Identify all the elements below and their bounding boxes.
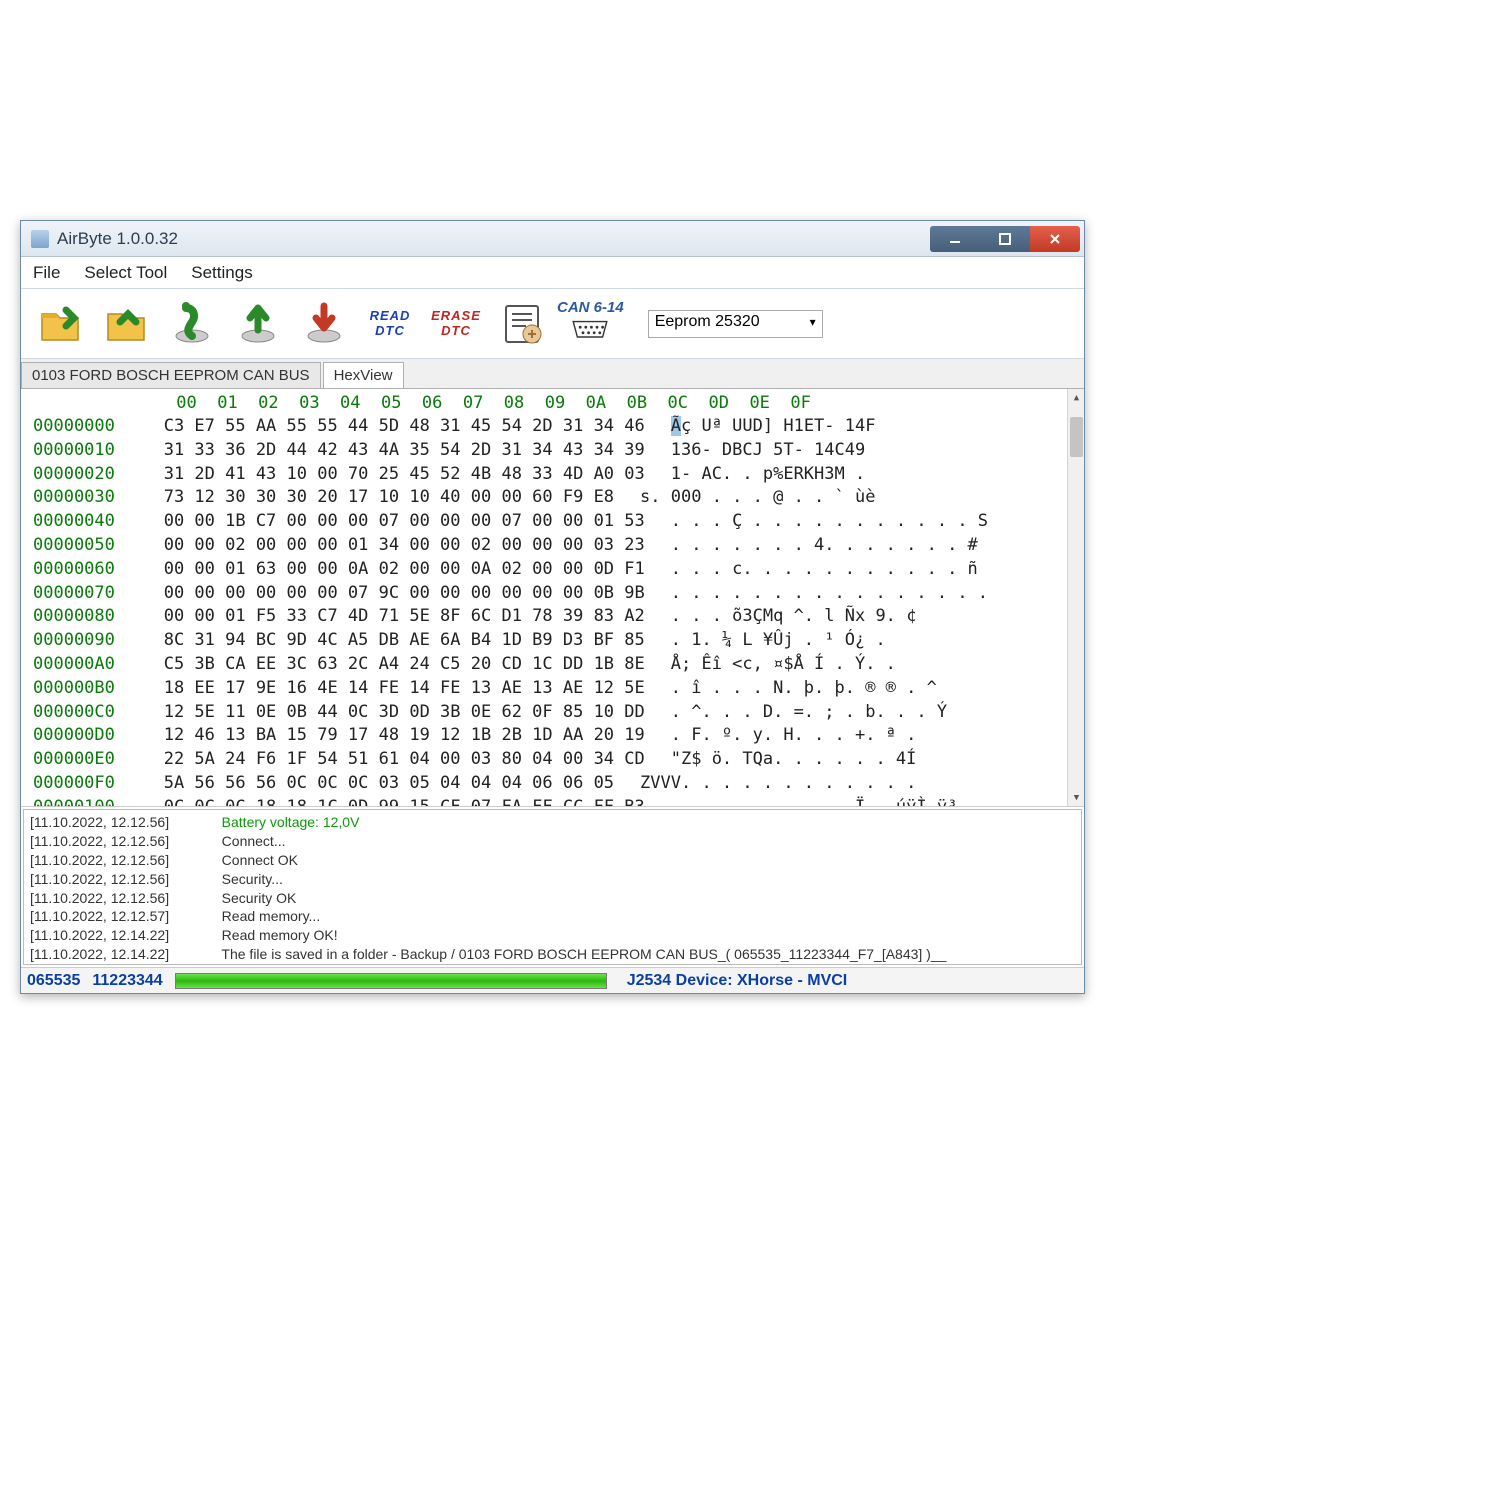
hex-row[interactable]: 00000010 31 33 36 2D 44 42 43 4A 35 54 2…	[33, 439, 1084, 463]
log-row: [11.10.2022, 12.12.56] Security OK	[30, 889, 1075, 908]
can-connector-button[interactable]: CAN 6-14	[557, 299, 624, 348]
log-row: [11.10.2022, 12.12.56] Battery voltage: …	[30, 813, 1075, 832]
hex-row[interactable]: 00000000 C3 E7 55 AA 55 55 44 5D 48 31 4…	[33, 415, 1084, 439]
titlebar: AirByte 1.0.0.32	[21, 221, 1084, 257]
scroll-down-icon[interactable]: ▼	[1068, 789, 1084, 806]
hex-row[interactable]: 000000B0 18 EE 17 9E 16 4E 14 FE 14 FE 1…	[33, 677, 1084, 701]
hex-row[interactable]: 000000A0 C5 3B CA EE 3C 63 2C A4 24 C5 2…	[33, 653, 1084, 677]
eeprom-value: Eeprom 25320	[655, 313, 760, 330]
eeprom-select[interactable]: Eeprom 25320	[648, 310, 823, 338]
hex-row[interactable]: 00000050 00 00 02 00 00 00 01 34 00 00 0…	[33, 534, 1084, 558]
write-chip-button[interactable]	[293, 295, 355, 353]
hex-row[interactable]: 00000070 00 00 00 00 00 00 07 9C 00 00 0…	[33, 582, 1084, 606]
hex-row[interactable]: 000000C0 12 5E 11 0E 0B 44 0C 3D 0D 3B 0…	[33, 701, 1084, 725]
chip-info-button[interactable]	[161, 295, 223, 353]
log-row: [11.10.2022, 12.12.57] Read memory...	[30, 907, 1075, 926]
hex-row[interactable]: 00000060 00 00 01 63 00 00 0A 02 00 00 0…	[33, 558, 1084, 582]
window-title: AirByte 1.0.0.32	[57, 229, 930, 249]
read-chip-button[interactable]	[227, 295, 289, 353]
statusbar: 065535 11223344 J2534 Device: XHorse - M…	[21, 967, 1084, 993]
close-button[interactable]	[1030, 226, 1080, 252]
save-folder-button[interactable]	[95, 295, 157, 353]
log-row: [11.10.2022, 12.12.56] Connect OK	[30, 851, 1075, 870]
tab-strip: 0103 FORD BOSCH EEPROM CAN BUS HexView	[21, 359, 1084, 389]
log-row: [11.10.2022, 12.12.56] Security...	[30, 870, 1075, 889]
status-value-2: 11223344	[92, 972, 162, 990]
menu-settings[interactable]: Settings	[191, 263, 252, 283]
manual-button[interactable]	[491, 295, 553, 353]
log-row: [11.10.2022, 12.14.22].bin	[30, 964, 1075, 965]
tab-hexview[interactable]: HexView	[323, 362, 404, 388]
log-panel[interactable]: [11.10.2022, 12.12.56] Battery voltage: …	[23, 809, 1082, 965]
menu-select-tool[interactable]: Select Tool	[84, 263, 167, 283]
hex-row[interactable]: 00000020 31 2D 41 43 10 00 70 25 45 52 4…	[33, 463, 1084, 487]
can-label: CAN 6-14	[557, 299, 624, 316]
hex-body: 00000000 C3 E7 55 AA 55 55 44 5D 48 31 4…	[33, 415, 1084, 807]
hex-row[interactable]: 00000040 00 00 1B C7 00 00 00 07 00 00 0…	[33, 510, 1084, 534]
erase-dtc-button[interactable]: ERASE DTC	[425, 295, 487, 353]
menubar: File Select Tool Settings	[21, 257, 1084, 289]
window-controls	[930, 226, 1080, 252]
progress-bar	[175, 973, 607, 989]
log-row: [11.10.2022, 12.14.22] The file is saved…	[30, 945, 1075, 964]
status-value-1: 065535	[27, 972, 80, 990]
scroll-thumb[interactable]	[1070, 417, 1083, 457]
hex-row[interactable]: 00000090 8C 31 94 BC 9D 4C A5 DB AE 6A B…	[33, 629, 1084, 653]
obd-connector-icon	[569, 316, 611, 348]
menu-file[interactable]: File	[33, 263, 60, 283]
app-window: AirByte 1.0.0.32 File Select Tool Settin…	[20, 220, 1085, 994]
hex-row[interactable]: 00000080 00 00 01 F5 33 C7 4D 71 5E 8F 6…	[33, 605, 1084, 629]
maximize-button[interactable]	[980, 226, 1030, 252]
read-dtc-button[interactable]: READ DTC	[359, 295, 421, 353]
app-icon	[31, 230, 49, 248]
hex-row[interactable]: 000000F0 5A 56 56 56 0C 0C 0C 03 05 04 0…	[33, 772, 1084, 796]
log-row: [11.10.2022, 12.12.56] Connect...	[30, 832, 1075, 851]
hex-column-header: 00 01 02 03 04 05 06 07 08 09 0A 0B 0C 0…	[33, 393, 1084, 413]
hex-viewer[interactable]: 00 01 02 03 04 05 06 07 08 09 0A 0B 0C 0…	[21, 389, 1084, 807]
minimize-button[interactable]	[930, 226, 980, 252]
hex-row[interactable]: 00000100 0C 0C 0C 18 18 1C 0D 99 15 CF 0…	[33, 796, 1084, 807]
toolbar: READ DTC ERASE DTC CAN 6-14 Eeprom 25320	[21, 289, 1084, 359]
hex-row[interactable]: 000000E0 22 5A 24 F6 1F 54 51 61 04 00 0…	[33, 748, 1084, 772]
hex-row[interactable]: 00000030 73 12 30 30 30 20 17 10 10 40 0…	[33, 486, 1084, 510]
tab-device[interactable]: 0103 FORD BOSCH EEPROM CAN BUS	[21, 362, 321, 388]
hex-row[interactable]: 000000D0 12 46 13 BA 15 79 17 48 19 12 1…	[33, 724, 1084, 748]
open-folder-button[interactable]	[29, 295, 91, 353]
log-row: [11.10.2022, 12.14.22] Read memory OK!	[30, 926, 1075, 945]
scroll-up-icon[interactable]: ▲	[1068, 389, 1084, 406]
status-device: J2534 Device: XHorse - MVCI	[627, 972, 848, 990]
hex-scrollbar[interactable]: ▲ ▼	[1067, 389, 1084, 806]
